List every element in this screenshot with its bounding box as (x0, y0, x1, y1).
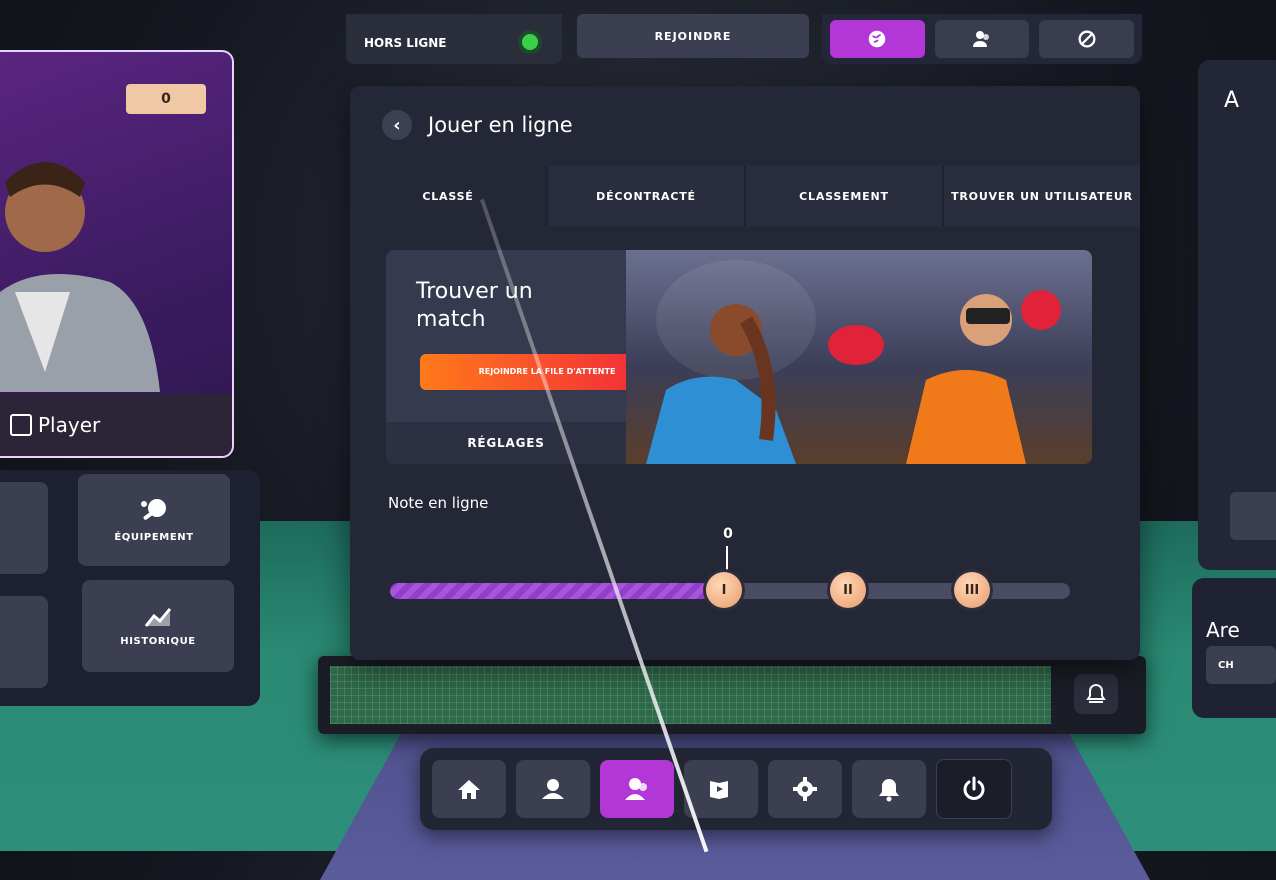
rating-progress-fill (390, 583, 710, 599)
match-card-left: Trouver un match REJOINDRE LA FILE D'ATT… (386, 250, 674, 464)
rank-marker-2: II (830, 572, 866, 608)
nav-profile-button[interactable] (516, 760, 590, 818)
blocked-tab-button[interactable] (1039, 20, 1135, 58)
right-panel-button[interactable] (1230, 492, 1276, 540)
side-button-partial-1[interactable] (0, 482, 48, 574)
connection-status-panel: HORS LIGNE (346, 14, 562, 64)
players-illustration (646, 290, 1061, 464)
home-icon (458, 780, 480, 799)
status-label: HORS LIGNE (364, 36, 447, 50)
tab-decontracte[interactable]: DÉCONTRACTÉ (548, 166, 746, 226)
friends-tab-button[interactable] (934, 20, 1030, 58)
friends-icon (973, 31, 989, 47)
equipment-label: ÉQUIPEMENT (114, 531, 194, 543)
table-net (318, 656, 1146, 734)
globe-icon (869, 30, 886, 48)
player-avatar (0, 162, 160, 392)
nav-online-button[interactable] (600, 760, 674, 818)
player-side-menu: ÉQUIPEMENT HISTORIQUE (0, 470, 260, 706)
chart-trend-icon (144, 607, 172, 627)
player-name: Player (38, 413, 101, 437)
nav-settings-button[interactable] (768, 760, 842, 818)
find-match-title: Trouver un match (416, 279, 533, 332)
arena-button-fragment[interactable]: CH (1206, 646, 1276, 684)
bell-icon (879, 779, 899, 802)
join-button[interactable]: REJOINDRE (577, 14, 809, 58)
rating-label: Note en ligne (388, 494, 489, 512)
net-mesh (330, 666, 1051, 724)
find-match-card: Trouver un match REJOINDRE LA FILE D'ATT… (386, 250, 1092, 464)
nav-home-button[interactable] (432, 760, 506, 818)
side-button-partial-2[interactable] (0, 596, 48, 688)
history-button[interactable]: HISTORIQUE (82, 580, 234, 672)
profile-icon (542, 779, 564, 799)
tab-classement[interactable]: CLASSEMENT (746, 166, 944, 226)
top-icon-bar (822, 14, 1142, 64)
rank-marker-1: I (706, 572, 742, 608)
arena-side-panel: Are CH (1192, 578, 1276, 718)
right-panel-letter: A (1224, 88, 1240, 113)
page-title: Jouer en ligne (428, 113, 573, 137)
online-play-panel: ‹ Jouer en ligne CLASSÉ DÉCONTRACTÉ CLAS… (350, 86, 1140, 660)
right-side-panel: A (1198, 60, 1276, 570)
player-card[interactable]: 0 Player (0, 50, 234, 458)
history-label: HISTORIQUE (120, 635, 196, 647)
tab-classe[interactable]: CLASSÉ (350, 166, 548, 226)
chevron-left-icon: ‹ (393, 114, 401, 136)
player-name-bar: Player (0, 394, 232, 456)
nav-video-button[interactable] (684, 760, 758, 818)
nav-power-button[interactable] (936, 759, 1012, 819)
rating-value: 0 (723, 526, 733, 542)
equipment-button[interactable]: ÉQUIPEMENT (78, 474, 230, 566)
settings-button[interactable]: RÉGLAGES (386, 422, 626, 464)
back-button[interactable]: ‹ (382, 110, 412, 140)
globe-tab-button[interactable] (830, 20, 925, 58)
paddle-icon (141, 498, 166, 520)
panel-header: ‹ Jouer en ligne (382, 110, 573, 140)
bell-ring-icon (1086, 683, 1106, 703)
blocked-icon (1078, 30, 1096, 48)
rank-marker-3: III (954, 572, 990, 608)
status-indicator-dot (522, 34, 538, 50)
bottom-navigation-bar (420, 748, 1052, 830)
arena-title-fragment: Are (1206, 618, 1240, 642)
net-bell-button[interactable] (1074, 674, 1118, 714)
nav-notifications-button[interactable] (852, 760, 926, 818)
tab-trouver-utilisateur[interactable]: TROUVER UN UTILISATEUR (944, 166, 1140, 226)
match-illustration (626, 250, 1092, 464)
settings-gear-icon (793, 777, 817, 801)
video-icon (710, 781, 728, 799)
player-platform-icon (10, 414, 32, 436)
online-players-icon (625, 778, 647, 800)
rating-pointer (726, 546, 728, 570)
power-icon (963, 776, 985, 800)
player-badge: 0 (126, 84, 206, 114)
tab-bar: CLASSÉ DÉCONTRACTÉ CLASSEMENT TROUVER UN… (350, 166, 1140, 226)
